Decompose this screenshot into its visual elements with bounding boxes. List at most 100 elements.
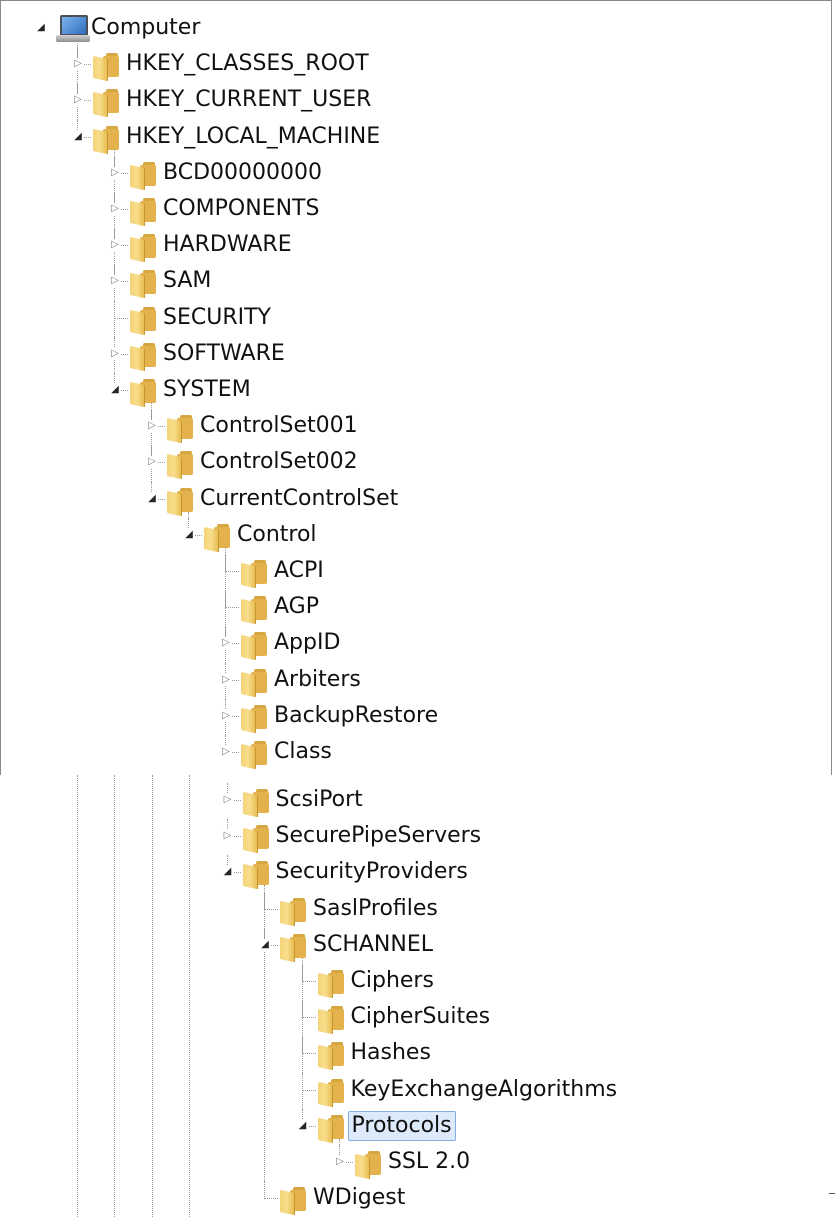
folder-icon	[130, 234, 157, 263]
expand-arrow-icon[interactable]: ◢	[146, 492, 158, 505]
tree-connector-line	[225, 554, 239, 572]
tree-node-controlset002[interactable]: ▷ ControlSet002	[1, 445, 831, 481]
tree-node-keyexchangealgorithms[interactable]: KeyExchangeAlgorithms	[0, 1072, 830, 1109]
tree-node-system[interactable]: ◢ SYSTEM	[1, 373, 831, 409]
expand-arrow-icon[interactable]: ◢	[72, 130, 84, 143]
collapse-arrow-icon[interactable]: ▷	[109, 275, 121, 288]
collapse-arrow-icon[interactable]: ▷	[220, 673, 232, 686]
tree-node-acpi[interactable]: ACPI	[1, 554, 831, 590]
tree-node-computer[interactable]: ◢ Computer	[1, 11, 831, 47]
expand-arrow-icon[interactable]: ◢	[221, 866, 234, 879]
folder-icon	[317, 1006, 345, 1035]
tree-node-protocols[interactable]: ◢ Protocols	[0, 1108, 830, 1145]
collapse-arrow-icon[interactable]: ▷	[146, 456, 158, 469]
tree-node-hkey-local-machine[interactable]: ◢ HKEY_LOCAL_MACHINE	[1, 119, 831, 156]
collapse-arrow-icon[interactable]: ▷	[109, 203, 121, 215]
collapse-arrow-icon[interactable]: ▷	[109, 166, 121, 179]
tree-node-saslprofiles[interactable]: SaslProfiles	[0, 891, 830, 928]
tree-node-components[interactable]: ▷ COMPONENTS	[1, 192, 831, 228]
collapse-arrow-icon[interactable]: ▷	[109, 239, 121, 252]
tree-node-scsiport[interactable]: ▷ ScsiPort	[0, 783, 830, 819]
folder-icon	[167, 451, 194, 480]
collapse-arrow-icon[interactable]: ▷	[220, 709, 232, 722]
tree-node-backuprestore[interactable]: ▷ BackupRestore	[1, 698, 831, 735]
tree-connector-line	[301, 1000, 316, 1019]
tree-node-ssl-2-0[interactable]: ▷ SSL 2.0	[0, 1145, 830, 1181]
folder-icon	[317, 970, 345, 998]
tree-node-label: WDigest	[313, 1185, 406, 1211]
tree-node-label: AppID	[274, 630, 341, 656]
folder-icon	[242, 825, 270, 854]
tree-node-control[interactable]: ◢ Control	[1, 517, 831, 554]
expand-arrow-icon[interactable]: ◢	[183, 528, 195, 541]
folder-icon	[317, 1078, 345, 1107]
tree-node-ciphersuites[interactable]: CipherSuites	[0, 1000, 830, 1036]
tree-node-schannel[interactable]: ◢ SCHANNEL	[0, 927, 830, 964]
tree-node-label: Computer	[91, 15, 201, 40]
tree-node-hashes[interactable]: Hashes	[0, 1036, 830, 1072]
tree-node-hardware[interactable]: ▷ HARDWARE	[1, 228, 831, 264]
folder-icon	[280, 897, 307, 926]
tree-connector-line	[301, 1036, 316, 1055]
folder-icon	[241, 704, 268, 733]
collapse-arrow-icon[interactable]: ▷	[146, 420, 158, 433]
registry-tree-bottom: ▷ ScsiPort ▷ SecurePipeServers ◢ SecurityProv…	[0, 775, 835, 1217]
folder-icon	[130, 342, 157, 371]
folder-icon	[317, 1114, 345, 1143]
folder-icon	[241, 668, 268, 697]
folder-icon	[241, 560, 268, 588]
tree-node-label: Control	[237, 521, 317, 547]
collapse-arrow-icon[interactable]: ▷	[220, 746, 232, 758]
tree-node-agp[interactable]: AGP	[1, 590, 831, 626]
folder-icon	[242, 789, 270, 817]
tree-node-bcd00000000[interactable]: ▷ BCD00000000	[1, 155, 831, 192]
collapse-arrow-icon[interactable]: ▷	[72, 94, 84, 107]
expand-arrow-icon[interactable]: ◢	[109, 384, 121, 396]
tree-node-label: BackupRestore	[274, 702, 439, 728]
folder-icon	[130, 161, 157, 190]
collapse-arrow-icon[interactable]: ▷	[109, 347, 121, 360]
tree-node-label: SecurityProviders	[275, 859, 468, 885]
collapse-arrow-icon[interactable]: ▷	[220, 637, 232, 650]
tree-node-appid[interactable]: ▷ AppID	[1, 626, 831, 662]
tree-node-arbiters[interactable]: ▷ Arbiters	[1, 662, 831, 699]
tree-node-currentcontrolset[interactable]: ◢ CurrentControlSet	[1, 481, 831, 518]
expand-arrow-icon[interactable]: ◢	[296, 1119, 309, 1132]
tree-node-securepipeservers[interactable]: ▷ SecurePipeServers	[0, 819, 830, 855]
folder-icon	[167, 415, 194, 444]
folder-icon	[130, 198, 157, 226]
tree-node-hkey-classes-root[interactable]: ▷ HKEY_CLASSES_ROOT	[1, 47, 831, 83]
divider-tick	[829, 1193, 835, 1194]
tree-node-security[interactable]: SECURITY	[1, 300, 831, 337]
tree-node-class[interactable]: ▷ Class	[1, 735, 831, 771]
folder-icon	[93, 125, 120, 154]
folder-icon	[204, 523, 231, 552]
tree-node-label: BCD00000000	[163, 159, 322, 185]
tree-node-wdigest[interactable]: WDigest	[0, 1181, 830, 1217]
tree-node-securityproviders[interactable]: ◢ SecurityProviders	[0, 855, 830, 891]
tree-node-ciphers[interactable]: Ciphers	[0, 964, 830, 1000]
tree-node-label: ACPI	[274, 558, 324, 583]
tree-node-label: SECURITY	[163, 304, 271, 330]
tree-node-label: AGP	[274, 594, 319, 620]
tree-node-software[interactable]: ▷ SOFTWARE	[1, 336, 831, 373]
collapse-arrow-icon[interactable]: ▷	[221, 830, 234, 843]
tree-node-label: SOFTWARE	[163, 340, 285, 366]
tree-connector-line	[301, 1072, 316, 1091]
expand-arrow-icon[interactable]: ◢	[259, 938, 271, 951]
tree-node-controlset001[interactable]: ▷ ControlSet001	[1, 409, 831, 445]
collapse-arrow-icon[interactable]: ▷	[72, 58, 84, 71]
tree-node-label: SSL 2.0	[388, 1149, 471, 1174]
collapse-arrow-icon[interactable]: ▷	[221, 794, 234, 806]
tree-node-hkey-current-user[interactable]: ▷ HKEY_CURRENT_USER	[1, 83, 831, 119]
tree-node-label: Arbiters	[274, 666, 361, 692]
tree-node-label: CipherSuites	[350, 1004, 491, 1030]
tree-node-label: ControlSet001	[200, 413, 358, 439]
folder-icon	[93, 89, 120, 118]
tree-node-sam[interactable]: ▷ SAM	[1, 264, 831, 300]
tree-node-label: SAM	[163, 268, 212, 294]
tree-connector-line	[225, 590, 239, 609]
expand-arrow-icon[interactable]: ◢	[35, 22, 47, 34]
collapse-arrow-icon[interactable]: ▷	[334, 1156, 346, 1168]
folder-icon	[280, 933, 307, 962]
